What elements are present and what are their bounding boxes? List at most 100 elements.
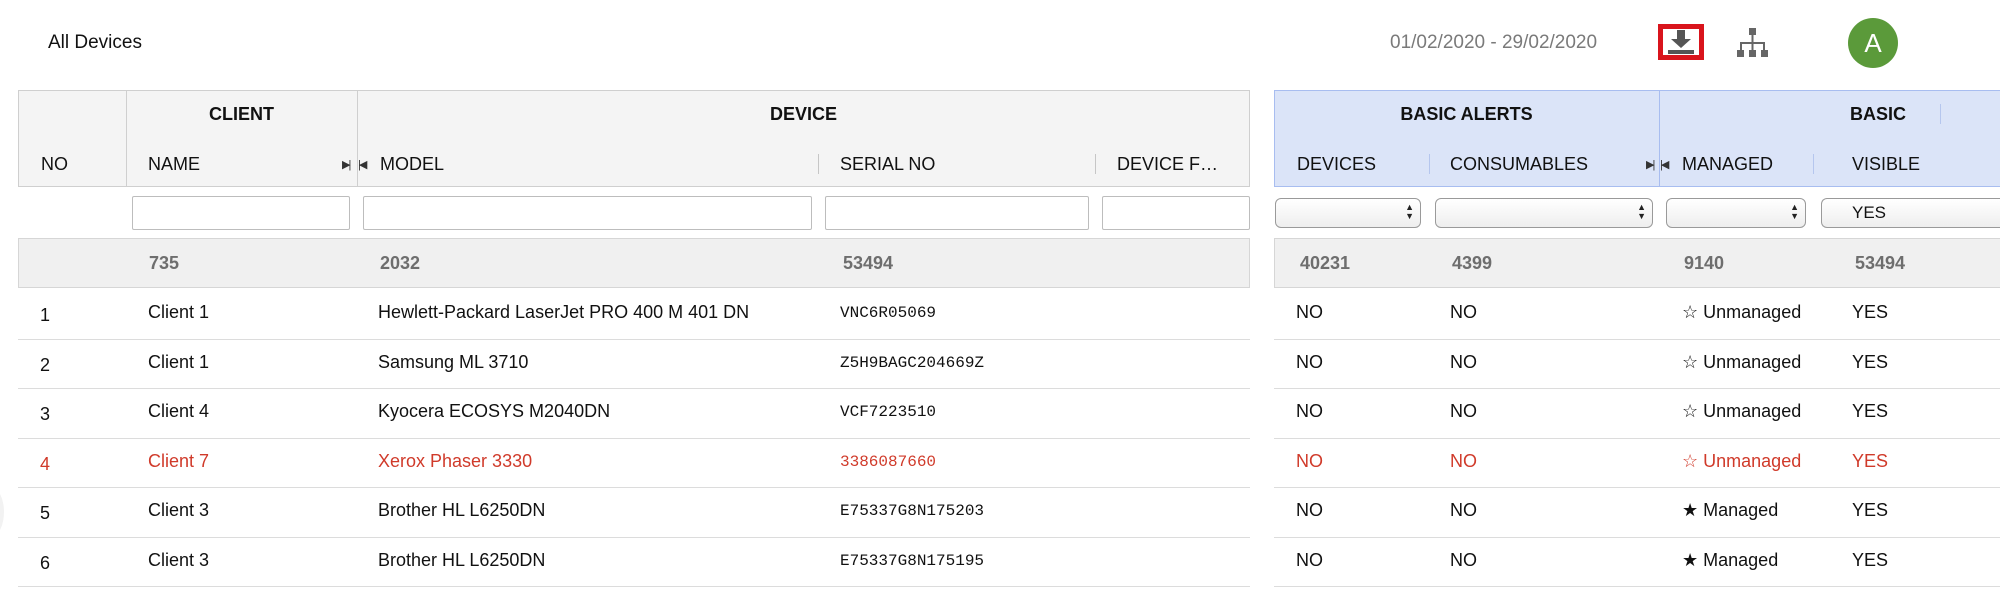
total-consumables: 4399 xyxy=(1452,253,1493,273)
column-header-devices[interactable]: DEVICES xyxy=(1297,154,1376,175)
column-header-model[interactable]: MODEL xyxy=(380,154,444,175)
sitemap-icon xyxy=(1737,28,1768,57)
column-separator xyxy=(1940,104,1941,124)
total-managed: 9140 xyxy=(1684,253,1725,273)
column-header-no[interactable]: NO xyxy=(41,154,68,175)
devices-filter-select[interactable]: ▲ ▼ xyxy=(1275,198,1421,228)
name-filter-input[interactable] xyxy=(132,196,350,230)
group-header-device: DEVICE xyxy=(769,104,838,124)
resize-handle-icon[interactable]: |◀ xyxy=(1660,158,1669,171)
column-header-device-f[interactable]: DEVICE F… xyxy=(1117,154,1218,175)
download-icon xyxy=(1668,30,1694,54)
client-name-cell[interactable]: Client 1 xyxy=(148,302,209,323)
row-divider xyxy=(1274,338,2000,340)
resize-handle-icon[interactable]: ▶| xyxy=(342,158,351,171)
column-separator xyxy=(1095,154,1096,174)
managed-cell: ☆ Unmanaged xyxy=(1682,352,1801,373)
row-divider xyxy=(18,487,1250,488)
visible-cell: YES xyxy=(1852,450,1889,471)
managed-label: Managed xyxy=(1703,549,1779,570)
model-cell: Samsung ML 3710 xyxy=(378,351,529,372)
column-header-serial[interactable]: SERIAL NO xyxy=(840,154,935,175)
user-avatar[interactable]: A xyxy=(1848,18,1898,68)
managed-label: Unmanaged xyxy=(1703,450,1802,471)
consumables-filter-select[interactable]: ▲ ▼ xyxy=(1435,198,1653,228)
serial-filter-input[interactable] xyxy=(825,196,1089,230)
serial-cell: 3386087660 xyxy=(840,452,937,471)
visible-cell: YES xyxy=(1852,302,1889,322)
row-number: 3 xyxy=(40,404,51,424)
serial-cell: E75337G8N175195 xyxy=(840,551,985,570)
star-outline-icon[interactable]: ☆ xyxy=(1682,302,1698,322)
star-filled-icon[interactable]: ★ xyxy=(1682,550,1698,570)
client-name-cell[interactable]: Client 3 xyxy=(148,550,209,571)
serial-cell: Z5H9BAGC204669Z xyxy=(840,353,985,372)
serial-cell: E75337G8N175203 xyxy=(840,502,985,520)
visible-cell: YES xyxy=(1852,401,1889,421)
group-header-basic-alerts: BASIC ALERTS xyxy=(1400,104,1533,124)
select-arrows-icon: ▲ ▼ xyxy=(1790,202,1799,221)
side-panel-handle[interactable] xyxy=(0,488,4,536)
select-arrows-icon: ▲ ▼ xyxy=(1405,202,1414,221)
row-divider xyxy=(1274,487,2000,488)
visible-filter-value: YES xyxy=(1852,203,1887,222)
model-filter-input[interactable] xyxy=(363,196,812,230)
consumables-alert-cell: NO xyxy=(1450,450,1477,471)
column-header-consumables[interactable]: CONSUMABLES xyxy=(1450,154,1588,175)
group-header-basic: BASIC xyxy=(1850,104,1907,124)
group-header-client: CLIENT xyxy=(209,104,274,124)
star-outline-icon[interactable]: ☆ xyxy=(1682,352,1698,372)
managed-label: Unmanaged xyxy=(1703,401,1802,421)
star-filled-icon[interactable]: ★ xyxy=(1682,500,1698,520)
star-outline-icon[interactable]: ☆ xyxy=(1682,451,1698,471)
serial-cell: VNC6R05069 xyxy=(840,304,937,322)
row-number: 4 xyxy=(40,453,51,474)
column-separator xyxy=(818,154,819,174)
row-divider xyxy=(18,586,1250,587)
row-divider xyxy=(1274,586,2000,587)
column-divider xyxy=(1659,90,1660,187)
row-divider xyxy=(18,536,1250,538)
consumables-alert-cell: NO xyxy=(1450,549,1477,570)
total-model: 2032 xyxy=(380,253,421,273)
consumables-alert-cell: NO xyxy=(1450,351,1477,372)
model-cell: Kyocera ECOSYS M2040DN xyxy=(378,401,611,421)
date-range-picker[interactable]: 01/02/2020 - 29/02/2020 xyxy=(1390,32,1597,54)
row-number: 1 xyxy=(40,305,51,325)
model-cell: Hewlett-Packard LaserJet PRO 400 M 401 D… xyxy=(378,302,750,322)
resize-handle-icon[interactable]: |◀ xyxy=(358,158,367,171)
device-f-filter-input[interactable] xyxy=(1102,196,1250,230)
visible-cell: YES xyxy=(1852,500,1889,520)
model-cell: Brother HL L6250DN xyxy=(378,549,546,570)
row-number: 5 xyxy=(40,503,51,523)
row-divider xyxy=(1274,536,2000,538)
managed-cell: ☆ Unmanaged xyxy=(1682,302,1801,323)
column-header-managed[interactable]: MANAGED xyxy=(1682,154,1773,175)
column-header-visible[interactable]: VISIBLE xyxy=(1852,154,1920,175)
client-name-cell[interactable]: Client 4 xyxy=(148,401,209,422)
client-name-cell[interactable]: Client 1 xyxy=(148,352,209,373)
column-header-name[interactable]: NAME xyxy=(148,154,200,175)
visible-filter-select[interactable]: YES xyxy=(1821,198,2000,228)
devices-alert-cell: NO xyxy=(1296,549,1323,570)
hierarchy-view-button[interactable] xyxy=(1732,24,1772,64)
row-divider xyxy=(1274,437,2000,439)
row-divider xyxy=(18,437,1250,439)
client-name-cell[interactable]: Client 7 xyxy=(148,451,209,472)
download-button[interactable] xyxy=(1658,24,1704,60)
managed-filter-select[interactable]: ▲ ▼ xyxy=(1666,198,1806,228)
row-number: 6 xyxy=(40,552,51,573)
total-devices: 40231 xyxy=(1300,253,1351,273)
row-divider xyxy=(1274,388,2000,389)
devices-alert-cell: NO xyxy=(1296,450,1323,471)
totals-row-left xyxy=(18,238,1250,288)
consumables-alert-cell: NO xyxy=(1450,500,1477,520)
resize-handle-icon[interactable]: ▶| xyxy=(1646,158,1655,171)
managed-label: Unmanaged xyxy=(1703,351,1802,372)
total-serial: 53494 xyxy=(843,253,894,273)
client-name-cell[interactable]: Client 3 xyxy=(148,500,209,521)
managed-label: Managed xyxy=(1703,500,1779,520)
star-outline-icon[interactable]: ☆ xyxy=(1682,401,1698,421)
consumables-alert-cell: NO xyxy=(1450,302,1477,322)
page-title: All Devices xyxy=(48,32,142,53)
